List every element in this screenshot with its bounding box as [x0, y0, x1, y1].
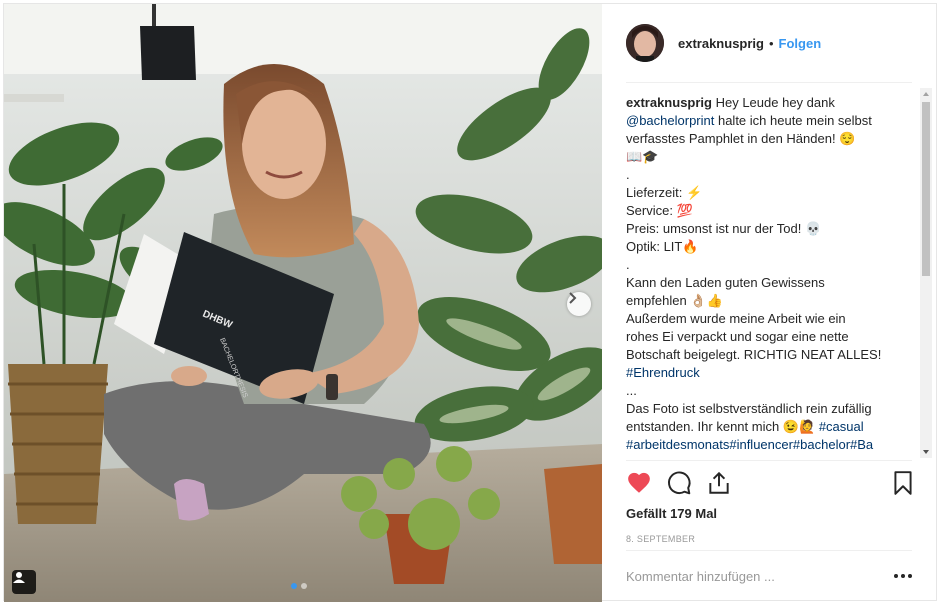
scroll-thumb[interactable]	[922, 102, 930, 276]
caption-text: halte ich heute mein selbst	[714, 113, 872, 128]
post-side-panel: extraknusprig • Folgen extraknusprig Hey…	[602, 4, 936, 600]
caption-line: 📖🎓	[626, 148, 914, 166]
caption-line: verfasstes Pamphlet in den Händen! 😌	[626, 130, 914, 148]
carousel-indicator	[291, 583, 307, 589]
caption-username[interactable]: extraknusprig	[626, 95, 712, 110]
post-caption: extraknusprig Hey Leude hey dank @bachelo…	[626, 94, 914, 456]
follow-button[interactable]: Folgen	[779, 36, 822, 51]
ellipsis-icon	[901, 574, 905, 578]
carousel-dot	[301, 583, 307, 589]
post-date[interactable]: 8. SEPTEMBER	[626, 534, 695, 544]
post-photo[interactable]: DHBW BACHELORTHESIS	[4, 4, 602, 602]
next-photo-button[interactable]	[567, 292, 591, 316]
comment-icon	[668, 471, 691, 495]
user-tag-icon	[13, 572, 25, 583]
avatar[interactable]	[626, 24, 664, 62]
caption-line: Das Foto ist selbstverständlich rein zuf…	[626, 400, 914, 418]
carousel-dot-active	[291, 583, 297, 589]
share-icon	[709, 471, 729, 494]
caption-text: .	[626, 257, 630, 272]
caption-text: Botschaft beigelegt. RICHTIG NEAT ALLES!	[626, 347, 882, 362]
caption-line: Lieferzeit: ⚡	[626, 184, 914, 202]
post-header: extraknusprig • Folgen	[602, 4, 936, 82]
caption-link[interactable]: @bachelorprint	[626, 113, 714, 128]
scroll-down-arrow[interactable]	[923, 450, 929, 454]
share-button[interactable]	[706, 470, 732, 496]
scroll-up-arrow[interactable]	[923, 92, 929, 96]
caption-link[interactable]: #arbeitdesmonats#influencer#bachelor#Ba	[626, 437, 873, 452]
caption-line: .	[626, 166, 914, 184]
caption-line: extraknusprig Hey Leude hey dank	[626, 94, 914, 112]
caption-text: Außerdem wurde meine Arbeit wie ein	[626, 311, 846, 326]
caption-line: Preis: umsonst ist nur der Tod! 💀	[626, 220, 914, 238]
caption-line: @bachelorprint halte ich heute mein selb…	[626, 112, 914, 130]
caption-line: Kann den Laden guten Gewissens	[626, 274, 914, 292]
caption-line: empfehlen 👌🏼👍	[626, 292, 914, 310]
caption-line: #Ehrendruck	[626, 364, 914, 382]
header-divider	[626, 82, 912, 83]
caption-line: ...	[626, 382, 914, 400]
caption-line: Service: 💯	[626, 202, 914, 220]
ellipsis-icon	[908, 574, 912, 578]
action-bar	[626, 470, 912, 500]
caption-text: Hey Leude hey dank	[711, 95, 835, 110]
header-separator: •	[768, 35, 774, 51]
post-dialog: DHBW BACHELORTHESIS extraknusprig • Folg…	[3, 3, 937, 602]
caption-text: rohes Ei verpackt und sogar eine nette	[626, 329, 849, 344]
caption-text: 📖🎓	[626, 149, 659, 164]
comment-divider	[626, 550, 912, 551]
caption-line: Botschaft beigelegt. RICHTIG NEAT ALLES!	[626, 346, 914, 364]
caption-text: Kann den Laden guten Gewissens	[626, 275, 825, 290]
caption-text: Preis: umsonst ist nur der Tod! 💀	[626, 221, 822, 236]
caption-scrollbar[interactable]	[920, 88, 932, 458]
save-button[interactable]	[890, 470, 916, 496]
caption-text: empfehlen 👌🏼👍	[626, 293, 723, 308]
chevron-right-icon	[569, 292, 577, 304]
caption-text: ...	[626, 383, 637, 398]
caption-line: Außerdem wurde meine Arbeit wie ein	[626, 310, 914, 328]
caption-line: entstanden. Ihr kennt mich 😉🙋 #casual	[626, 418, 914, 436]
caption-link[interactable]: #Ehrendruck	[626, 365, 700, 380]
comment-button[interactable]	[666, 470, 692, 496]
caption-text: entstanden. Ihr kennt mich 😉🙋	[626, 419, 819, 434]
more-options-button[interactable]	[894, 569, 914, 583]
comment-input[interactable]	[626, 564, 888, 588]
heart-icon	[628, 472, 650, 493]
caption-text: Lieferzeit: ⚡	[626, 185, 703, 200]
user-tag-button[interactable]	[12, 570, 36, 594]
avatar-image	[626, 24, 664, 62]
caption-line: Optik: LIT🔥	[626, 238, 914, 256]
caption-text: Optik: LIT🔥	[626, 239, 699, 254]
caption-text: Das Foto ist selbstverständlich rein zuf…	[626, 401, 872, 416]
caption-line: #arbeitdesmonats#influencer#bachelor#Ba	[626, 436, 914, 454]
caption-link[interactable]: #casual	[819, 419, 864, 434]
photo-illustration: DHBW BACHELORTHESIS	[4, 4, 602, 602]
caption-line: .	[626, 256, 914, 274]
caption-text: verfasstes Pamphlet in den Händen! 😌	[626, 131, 856, 146]
caption-line: rohes Ei verpackt und sogar eine nette	[626, 328, 914, 346]
likes-count[interactable]: Gefällt 179 Mal	[626, 506, 717, 521]
header-username[interactable]: extraknusprig	[678, 36, 764, 51]
like-button[interactable]	[626, 470, 652, 496]
ellipsis-icon	[894, 574, 898, 578]
bookmark-icon	[894, 471, 912, 495]
caption-text: .	[626, 167, 630, 182]
caption-divider	[626, 460, 912, 461]
caption-text: Service: 💯	[626, 203, 693, 218]
